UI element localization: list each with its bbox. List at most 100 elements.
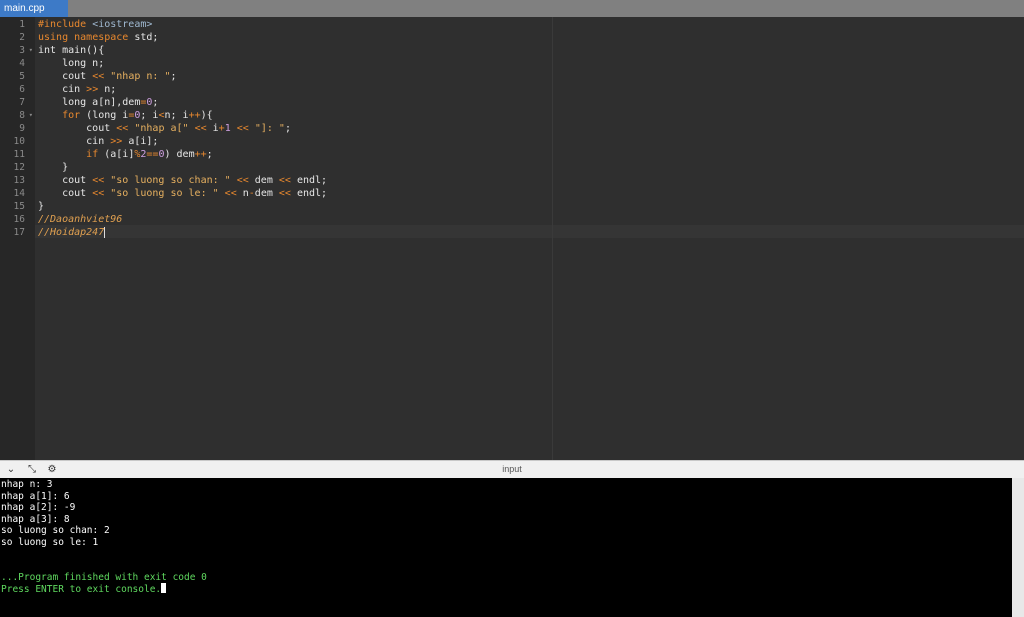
code-line-text: int main(){ bbox=[38, 44, 104, 57]
io-panel-bar: ⌄ ⤡ ⚙ input bbox=[0, 460, 1024, 478]
code-token: n; i bbox=[164, 110, 189, 121]
line-number-label: 8 bbox=[19, 110, 25, 121]
code-line[interactable]: //Hoidap247 bbox=[35, 226, 1024, 239]
line-number-label: 4 bbox=[19, 58, 25, 69]
code-line[interactable]: if (a[i]%2==0) dem++; bbox=[35, 148, 1024, 161]
text-cursor bbox=[104, 226, 106, 238]
code-line[interactable]: cin >> n; bbox=[35, 83, 1024, 96]
line-number-label: 13 bbox=[13, 175, 25, 186]
console-line-text: nhap a[1]: 6 bbox=[1, 490, 70, 502]
code-token: dem bbox=[248, 175, 279, 186]
panel-title: input bbox=[502, 464, 522, 474]
code-line[interactable]: using namespace std; bbox=[35, 31, 1024, 44]
fold-toggle-icon[interactable]: ▾ bbox=[29, 109, 33, 122]
code-line-text: long n; bbox=[38, 57, 104, 70]
console-line-text: ...Program finished with exit code 0 bbox=[1, 571, 207, 583]
code-line[interactable]: for (long i=0; i<n; i++){ bbox=[35, 109, 1024, 122]
code-token: ; i bbox=[140, 110, 159, 121]
line-number: 16 bbox=[0, 213, 35, 226]
code-token: endl; bbox=[290, 175, 328, 186]
line-number-label: 17 bbox=[13, 227, 25, 238]
code-area[interactable]: #include <iostream> using namespace std; i… bbox=[35, 17, 1024, 460]
console-line: nhap a[1]: 6 bbox=[1, 491, 70, 503]
console-scrollbar[interactable] bbox=[1012, 478, 1024, 617]
code-token: int main(){ bbox=[38, 45, 105, 56]
console-line-text: Press ENTER to exit console. bbox=[1, 584, 162, 596]
code-line-text: cout << "nhap n: "; bbox=[38, 70, 176, 83]
code-token: << bbox=[278, 188, 291, 199]
fold-toggle-icon[interactable]: ▾ bbox=[29, 44, 33, 57]
line-number: 6 bbox=[0, 83, 35, 96]
code-line-text: //Hoidap247 bbox=[38, 226, 106, 239]
console-output[interactable]: nhap n: 3 nhap a[1]: 6 nhap a[2]: -9 nhap a… bbox=[0, 478, 1012, 617]
code-token: "so luong so chan: " bbox=[110, 175, 231, 186]
code-token: #include bbox=[38, 19, 93, 30]
line-number-label: 1 bbox=[19, 19, 25, 30]
code-line[interactable]: cout << "so luong so le: " << n-dem << e… bbox=[35, 187, 1024, 200]
code-token: << bbox=[92, 71, 105, 82]
code-line-text: using namespace std; bbox=[38, 31, 158, 44]
code-line-text: #include <iostream> bbox=[38, 18, 152, 31]
code-token: >> bbox=[110, 136, 123, 147]
line-number-label: 9 bbox=[19, 123, 25, 134]
console-line: so luong so le: 1 bbox=[1, 537, 98, 549]
code-line[interactable]: long a[n],dem=0; bbox=[35, 96, 1024, 109]
code-token: i bbox=[206, 123, 219, 134]
code-line[interactable]: long n; bbox=[35, 57, 1024, 70]
line-number-label: 15 bbox=[13, 201, 25, 212]
code-line-text: cin >> n; bbox=[38, 83, 116, 96]
code-token: a[i]; bbox=[122, 136, 159, 147]
code-token: cout bbox=[38, 175, 93, 186]
console-cursor bbox=[161, 583, 167, 594]
line-number: 7 bbox=[0, 96, 35, 109]
line-number-label: 12 bbox=[13, 162, 25, 173]
code-token: long n; bbox=[38, 58, 105, 69]
line-number: 17 bbox=[0, 226, 35, 239]
console-line-text: so luong so chan: 2 bbox=[1, 525, 110, 537]
line-number-label: 6 bbox=[19, 84, 25, 95]
code-token: ) dem bbox=[164, 149, 195, 160]
code-token: namespace bbox=[74, 32, 129, 43]
line-number-label: 3 bbox=[19, 45, 25, 56]
code-token: ++ bbox=[194, 149, 207, 160]
line-gutter: 1 2 3 ▾ 4 5 6 7 8 ▾ 9 10 11 12 13 14 15 16 17 bbox=[0, 17, 35, 460]
code-editor[interactable]: 1 2 3 ▾ 4 5 6 7 8 ▾ 9 10 11 12 13 14 15 16 17 #include <io… bbox=[0, 17, 1024, 460]
code-token: ; bbox=[206, 149, 213, 160]
code-line[interactable]: int main(){ bbox=[35, 44, 1024, 57]
code-line[interactable]: } bbox=[35, 161, 1024, 174]
code-line-text: if (a[i]%2==0) dem++; bbox=[38, 148, 213, 161]
console-line-text: so luong so le: 1 bbox=[1, 537, 99, 548]
line-number: 12 bbox=[0, 161, 35, 174]
code-line[interactable]: cout << "nhap n: "; bbox=[35, 70, 1024, 83]
line-number: 14 bbox=[0, 187, 35, 200]
code-token: cout bbox=[38, 123, 117, 134]
code-token: cin bbox=[38, 136, 111, 147]
code-token: if bbox=[86, 149, 99, 160]
code-token: using bbox=[38, 32, 69, 43]
console-line: nhap n: 3 bbox=[1, 479, 52, 491]
console-line-text: nhap a[3]: 8 bbox=[1, 513, 70, 525]
line-number-label: 14 bbox=[13, 188, 25, 199]
console-line-text: nhap a[2]: -9 bbox=[1, 502, 76, 514]
line-number: 5 bbox=[0, 70, 35, 83]
code-token: (a[i] bbox=[98, 149, 135, 160]
code-line[interactable]: cin >> a[i]; bbox=[35, 135, 1024, 148]
code-line[interactable]: //Daoanhviet96 bbox=[35, 213, 1024, 226]
code-line[interactable]: #include <iostream> bbox=[35, 18, 1024, 31]
console-line: Press ENTER to exit console. bbox=[1, 583, 167, 596]
console-line-text: nhap n: 3 bbox=[1, 479, 53, 490]
line-number-label: 16 bbox=[13, 214, 25, 225]
code-line[interactable]: } bbox=[35, 200, 1024, 213]
code-token: <iostream> bbox=[92, 19, 153, 30]
code-line[interactable]: cout << "so luong so chan: " << dem << e… bbox=[35, 174, 1024, 187]
code-line-text: for (long i=0; i<n; i++){ bbox=[38, 109, 213, 122]
tab-main-cpp[interactable]: main.cpp bbox=[0, 0, 68, 17]
code-line[interactable]: cout << "nhap a[" << i+1 << "]: "; bbox=[35, 122, 1024, 135]
code-line-text: cout << "so luong so le: " << n-dem << e… bbox=[38, 187, 327, 200]
line-number: 2 bbox=[0, 31, 35, 44]
code-token: //Hoidap247 bbox=[38, 227, 105, 238]
code-token: endl; bbox=[290, 188, 328, 199]
code-token: } bbox=[38, 201, 45, 212]
code-token: dem bbox=[254, 188, 279, 199]
